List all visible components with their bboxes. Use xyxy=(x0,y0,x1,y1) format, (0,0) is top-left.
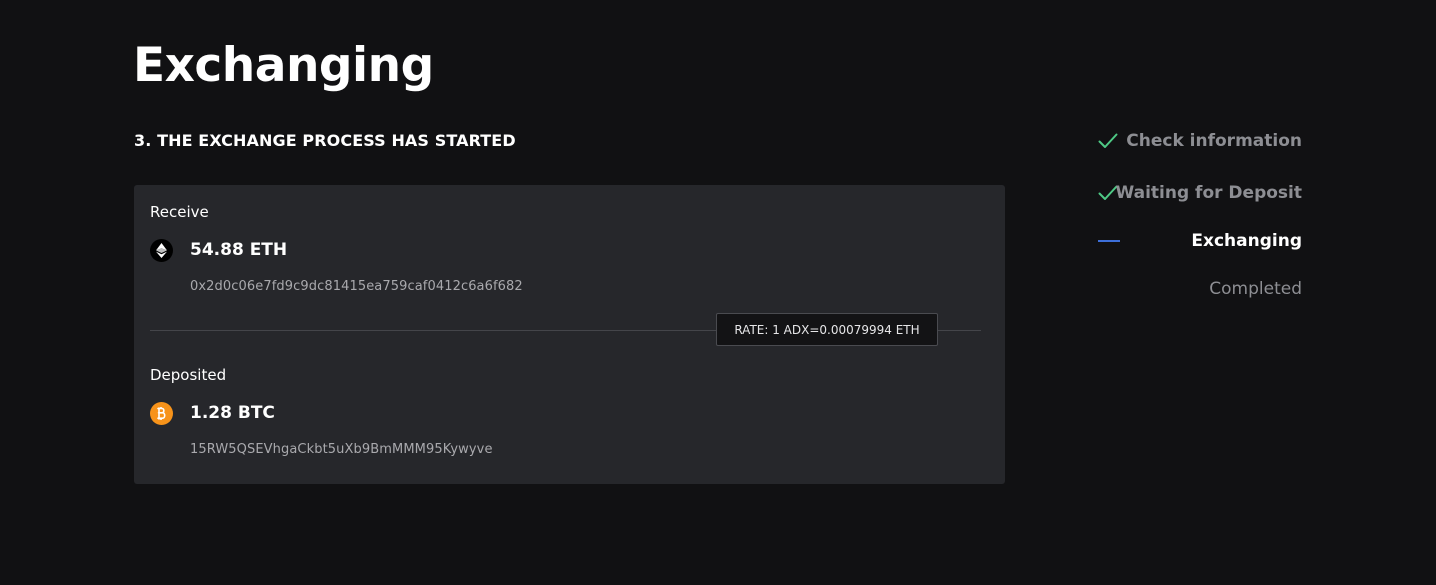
step-label: Exchanging xyxy=(1191,231,1302,251)
receive-label: Receive xyxy=(150,203,209,221)
step-check-information: Check information xyxy=(1090,124,1302,158)
check-icon xyxy=(1098,133,1118,148)
step-label: Waiting for Deposit xyxy=(1115,183,1302,203)
step-waiting-for-deposit: Waiting for Deposit xyxy=(1090,176,1302,210)
exchange-rate-badge: RATE: 1 ADX=0.00079994 ETH xyxy=(716,313,938,346)
step-completed: Completed xyxy=(1090,272,1302,306)
deposited-address: 15RW5QSEVhgaCkbt5uXb9BmMMM95Kywyve xyxy=(190,442,493,457)
active-step-indicator xyxy=(1098,240,1120,242)
step-heading: 3. THE EXCHANGE PROCESS HAS STARTED xyxy=(134,131,516,150)
receive-coin-row: 54.88 ETH xyxy=(150,238,287,262)
page-title: Exchanging xyxy=(133,38,434,93)
deposited-amount: 1.28 BTC xyxy=(190,403,275,423)
receive-amount: 54.88 ETH xyxy=(190,240,288,260)
deposited-label: Deposited xyxy=(150,366,227,384)
step-exchanging: Exchanging xyxy=(1090,224,1302,258)
bitcoin-icon xyxy=(150,401,173,425)
receive-address: 0x2d0c06e7fd9c9dc81415ea759caf0412c6a6f6… xyxy=(190,279,523,294)
ethereum-icon xyxy=(150,238,173,262)
deposited-coin-row: 1.28 BTC xyxy=(150,401,275,425)
step-label: Check information xyxy=(1126,131,1302,151)
exchange-details-card: Receive 54.88 ETH 0x2d0c06e7fd9c9dc81415… xyxy=(134,185,1005,484)
step-label: Completed xyxy=(1209,279,1302,299)
